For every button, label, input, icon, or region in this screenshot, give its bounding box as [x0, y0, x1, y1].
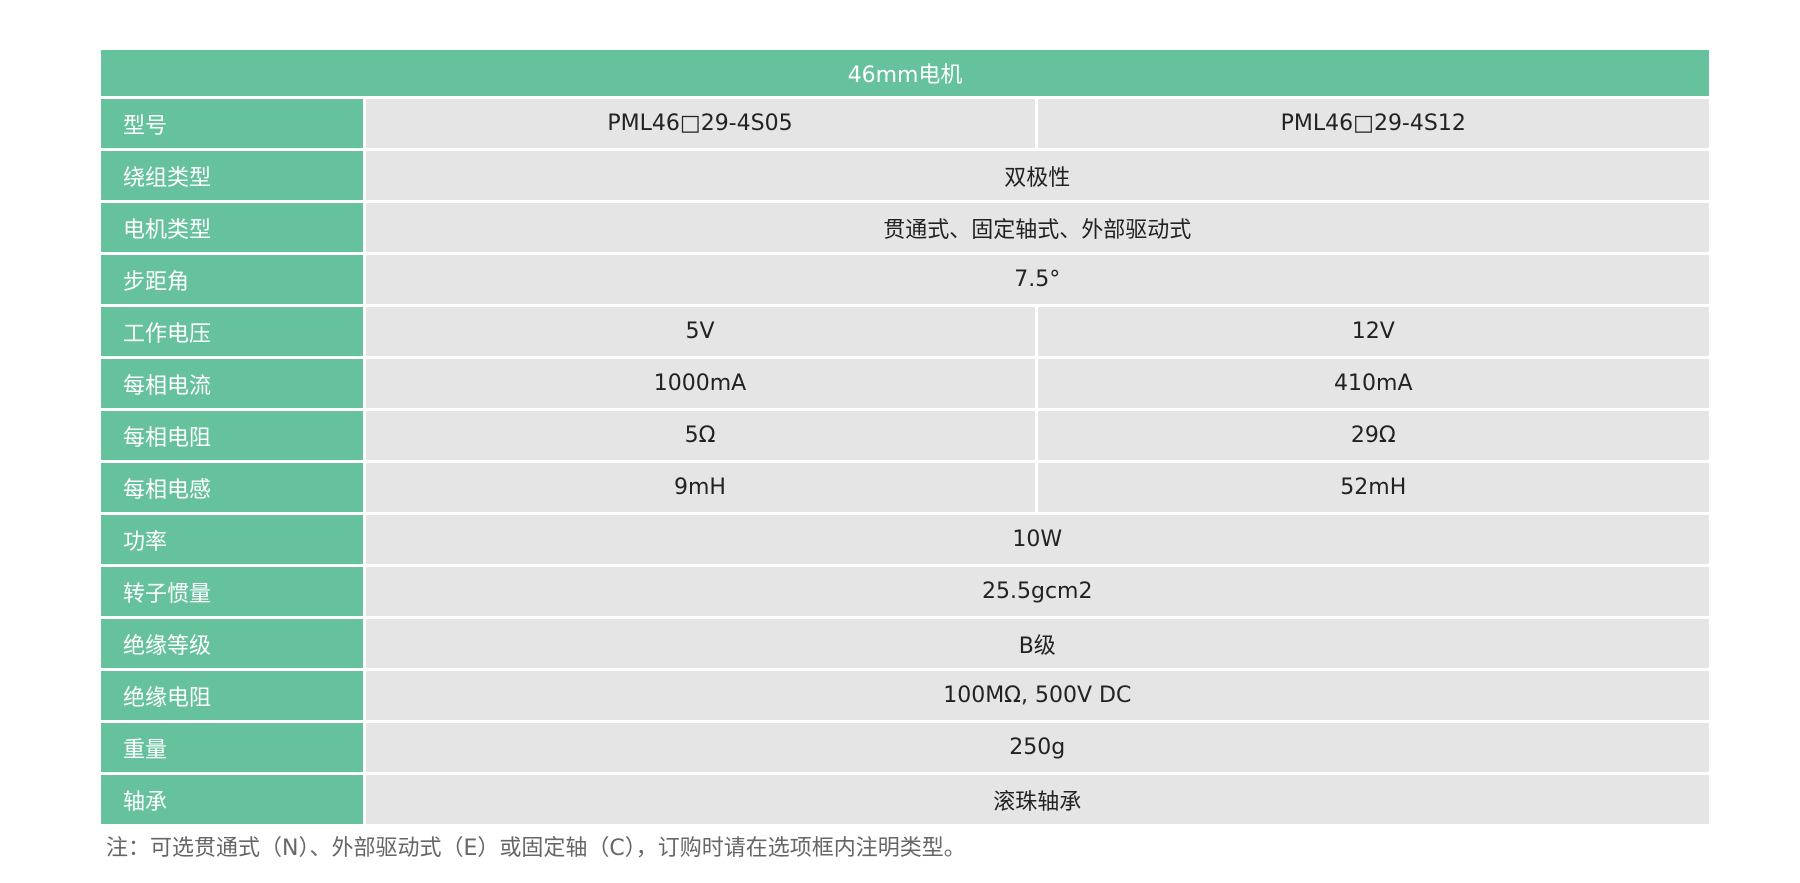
- table-row: 工作电压 5V 12V: [101, 305, 1710, 359]
- table-row: 功率 10W: [101, 513, 1710, 567]
- table-row: 每相电阻 5Ω 29Ω: [101, 409, 1710, 463]
- spec-body: 型号 PML46□29-4S05 PML46□29-4S12 绕组类型 双极性 电机类型贯…: [101, 97, 1710, 827]
- row-label: 每相电流: [101, 357, 366, 411]
- table-row: 轴承 滚珠轴承: [101, 773, 1710, 827]
- row-value: 100MΩ, 500V DC: [364, 669, 1710, 723]
- row-value-model-4s12: 52mH: [1036, 461, 1710, 515]
- row-label: 电机类型: [101, 201, 366, 255]
- row-value: 250g: [364, 721, 1710, 775]
- row-value: 贯通式、固定轴式、外部驱动式: [364, 201, 1710, 255]
- row-label: 功率: [101, 513, 366, 567]
- row-label: 绝缘等级: [101, 617, 366, 671]
- row-label: 步距角: [101, 253, 366, 307]
- row-value: 双极性: [364, 149, 1710, 203]
- table-row: 电机类型 贯通式、固定轴式、外部驱动式: [101, 201, 1710, 255]
- row-value-model-4s05: 9mH: [364, 461, 1038, 515]
- table-row: 绕组类型 双极性: [101, 149, 1710, 203]
- row-label: 绕组类型: [101, 149, 366, 203]
- row-value-model-4s05: 1000mA: [364, 357, 1038, 411]
- order-note: 注：可选贯通式（N）、外部驱动式（E）或固定轴（C），订购时请在选项框内注明类型…: [106, 836, 966, 861]
- row-value-model-4s12: 410mA: [1036, 357, 1710, 411]
- table-row: 转子惯量 25.5gcm2: [101, 565, 1710, 619]
- row-label: 轴承: [101, 773, 366, 827]
- row-label: 每相电阻: [101, 409, 366, 463]
- row-value-model-4s05: 5Ω: [364, 409, 1038, 463]
- row-value-model-4s05: PML46□29-4S05: [364, 97, 1038, 151]
- row-label: 型号: [101, 97, 366, 151]
- motor-spec-table: 46mm电机 型号 PML46□29-4S05 PML46□29-4S12 绕组类型双…: [101, 50, 1710, 827]
- row-label: 转子惯量: [101, 565, 366, 619]
- table-row: 每相电感 9mH 52mH: [101, 461, 1710, 515]
- row-value: 7.5°: [364, 253, 1710, 307]
- row-value-model-4s12: 12V: [1036, 305, 1710, 359]
- row-value: 10W: [364, 513, 1710, 567]
- row-value-model-4s12: PML46□29-4S12: [1036, 97, 1710, 151]
- table-row: 绝缘等级 B级: [101, 617, 1710, 671]
- row-label: 重量: [101, 721, 366, 775]
- table-row: 绝缘电阻 100MΩ, 500V DC: [101, 669, 1710, 723]
- row-label: 每相电感: [101, 461, 366, 515]
- table-row: 步距角 7.5°: [101, 253, 1710, 307]
- row-value-model-4s05: 5V: [364, 305, 1038, 359]
- table-row: 型号 PML46□29-4S05 PML46□29-4S12: [101, 97, 1710, 151]
- row-value: 25.5gcm2: [364, 565, 1710, 619]
- row-label: 工作电压: [101, 305, 366, 359]
- table-row: 每相电流 1000mA 410mA: [101, 357, 1710, 411]
- row-value: 滚珠轴承: [364, 773, 1710, 827]
- row-value-model-4s12: 29Ω: [1036, 409, 1710, 463]
- row-value: B级: [364, 617, 1710, 671]
- row-label: 绝缘电阻: [101, 669, 366, 723]
- table-row: 重量 250g: [101, 721, 1710, 775]
- table-title: 46mm电机: [101, 50, 1710, 99]
